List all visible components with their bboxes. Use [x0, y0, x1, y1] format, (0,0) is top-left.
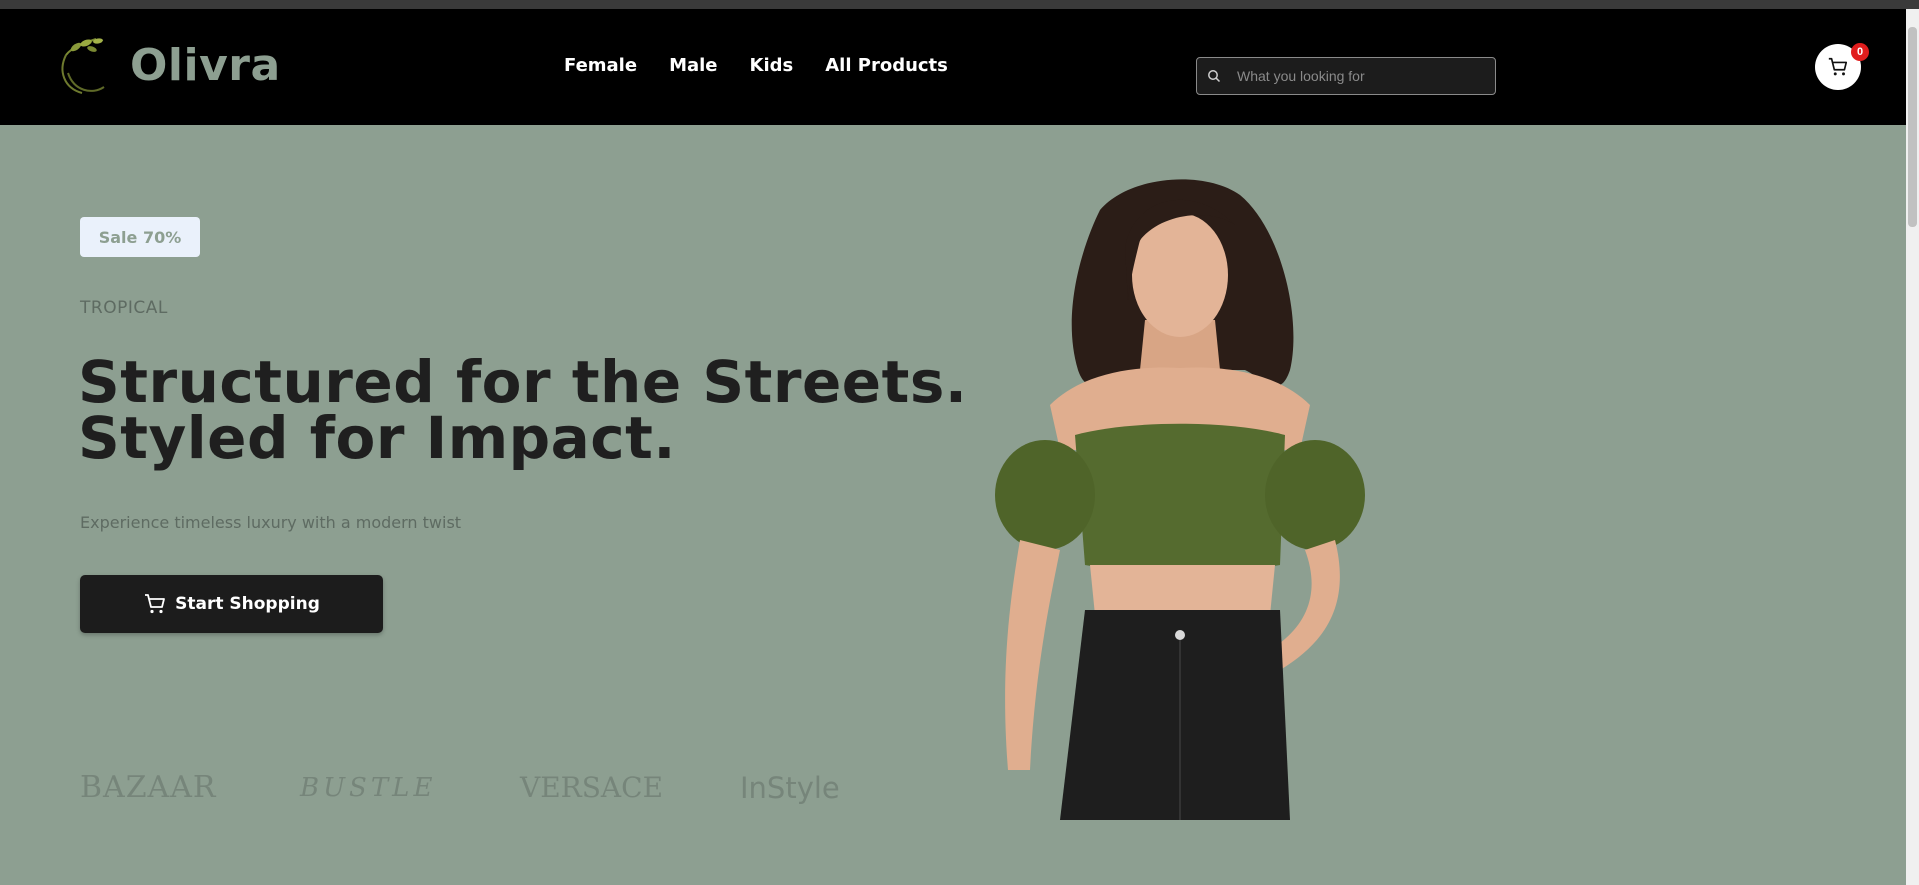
nav-link-all-products[interactable]: All Products [825, 55, 948, 76]
nav-link-kids[interactable]: Kids [750, 55, 794, 76]
bazaar-logo: BAZAAR [80, 770, 217, 805]
brand-name: Olivra [130, 39, 281, 91]
scrollbar-thumb[interactable] [1908, 27, 1917, 227]
nav-link-male[interactable]: Male [669, 55, 717, 76]
search-box[interactable] [1196, 57, 1496, 95]
press-logos: BAZAAR BUSTLE VERSACE InStyle [80, 770, 840, 805]
hero-headline-line-2: Styled for Impact. [78, 404, 676, 472]
start-shopping-button[interactable]: Start Shopping [80, 575, 383, 633]
cart-icon [145, 594, 166, 614]
brand-logo[interactable]: Olivra [54, 33, 281, 97]
instyle-logo: InStyle [740, 770, 840, 805]
cart-icon [1828, 57, 1848, 76]
search-input[interactable] [1237, 68, 1487, 84]
nav-link-female[interactable]: Female [564, 55, 637, 76]
hero-eyebrow: TROPICAL [80, 298, 168, 318]
browser-chrome-bar [0, 0, 1919, 9]
main-nav: Female Male Kids All Products [564, 55, 980, 76]
start-shopping-label: Start Shopping [175, 594, 320, 614]
cart-count-badge: 0 [1851, 43, 1869, 61]
hero-headline: Structured for the Streets. Styled for I… [78, 353, 978, 467]
bustle-logo: BUSTLE [300, 772, 437, 803]
versace-logo: VERSACE [520, 771, 664, 804]
olive-branch-icon [61, 38, 105, 94]
search-icon [1208, 70, 1221, 83]
page-scrollbar[interactable] [1906, 9, 1919, 885]
hero-model-image [995, 179, 1365, 820]
hero-subtext: Experience timeless luxury with a modern… [80, 513, 462, 532]
sale-badge: Sale 70% [80, 217, 200, 257]
navbar: Olivra Female Male Kids All Products [0, 9, 1906, 125]
